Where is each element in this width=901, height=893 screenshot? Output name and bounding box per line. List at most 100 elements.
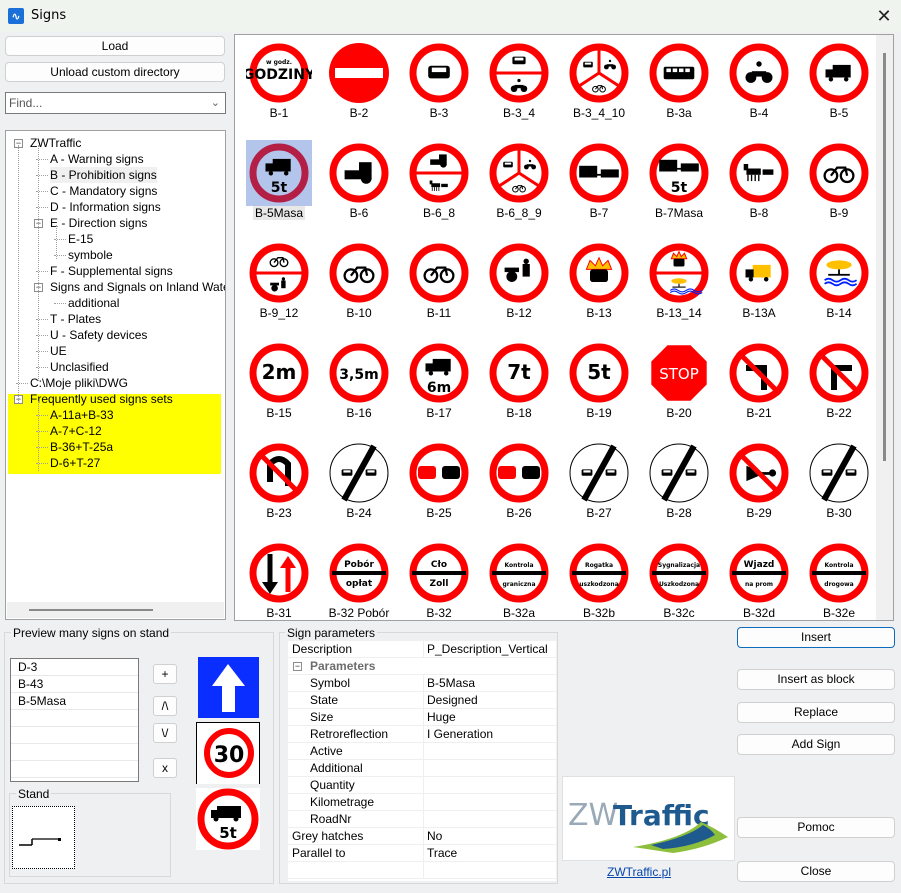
sign-tile[interactable]: 5t B-5Masa — [239, 136, 319, 236]
property-row[interactable]: RoadNr — [288, 811, 556, 828]
sign-tile[interactable]: B-6_8_9 — [479, 136, 559, 236]
sign-tile[interactable]: Kontrola drogowa B-32e — [799, 536, 879, 620]
sign-tile[interactable]: B-3_4_10 — [559, 36, 639, 136]
sign-tile[interactable]: STOP B-20 — [639, 336, 719, 436]
sign-tile[interactable]: B-9 — [799, 136, 879, 236]
sign-tile[interactable]: 7t B-18 — [479, 336, 559, 436]
tree-item[interactable]: D-6+T-27 — [50, 455, 100, 471]
tree-item[interactable]: E-15 — [68, 231, 93, 247]
scrollbar-thumb[interactable] — [29, 609, 153, 611]
property-row[interactable]: Grey hatches No — [288, 828, 556, 845]
sign-tile[interactable]: B-6 — [319, 136, 399, 236]
property-row[interactable]: Kilometrage — [288, 794, 556, 811]
sign-tile[interactable]: B-30 — [799, 436, 879, 536]
sign-tile[interactable]: B-21 — [719, 336, 799, 436]
chevron-down-icon[interactable]: ⌄ — [211, 93, 220, 113]
stand-type-preview[interactable] — [12, 806, 75, 869]
sign-tile[interactable]: B-9_12 — [239, 236, 319, 336]
sign-tile[interactable]: B-13_14 — [639, 236, 719, 336]
property-value[interactable]: P_Description_Vertical — [423, 641, 556, 658]
sign-tile[interactable]: B-3 — [399, 36, 479, 136]
insert-as-block-button[interactable]: Insert as block — [737, 669, 895, 690]
tree-item[interactable]: Signs and Signals on Inland Waterways — [50, 279, 225, 295]
sign-tile[interactable]: B-28 — [639, 436, 719, 536]
sign-tile[interactable]: B-3_4 — [479, 36, 559, 136]
stand-list-item[interactable]: B-43 — [11, 676, 138, 693]
property-value[interactable] — [423, 743, 556, 760]
remove-from-stand-button[interactable]: x — [153, 758, 177, 778]
sign-tile[interactable]: 3,5m B-16 — [319, 336, 399, 436]
property-value[interactable] — [423, 794, 556, 811]
tree-item[interactable]: C - Mandatory signs — [50, 183, 157, 199]
signs-grid[interactable]: GODZINY w godz. B-1 B-2 B-3 B-3_4 B-3_4_10 B-3a… — [234, 34, 894, 621]
property-value[interactable]: Huge — [423, 709, 556, 726]
sign-tile[interactable]: B-7 — [559, 136, 639, 236]
sign-tile[interactable]: 5t B-19 — [559, 336, 639, 436]
help-button[interactable]: Pomoc — [737, 817, 895, 838]
insert-button[interactable]: Insert — [737, 627, 895, 648]
stand-list-item[interactable] — [11, 710, 138, 727]
sign-tile[interactable]: B-25 — [399, 436, 479, 536]
collapse-icon[interactable]: − — [293, 662, 302, 671]
scrollbar-thumb[interactable] — [883, 53, 886, 461]
close-button[interactable]: Close — [737, 861, 895, 882]
property-row[interactable]: Size Huge — [288, 709, 556, 726]
tree-item[interactable]: A-7+C-12 — [50, 423, 102, 439]
property-row[interactable]: Parallel to Trace — [288, 845, 556, 862]
property-row[interactable]: Quantity — [288, 777, 556, 794]
property-row[interactable]: Description P_Description_Vertical — [288, 641, 556, 658]
sign-tile[interactable]: B-11 — [399, 236, 479, 336]
stand-list-item[interactable] — [11, 744, 138, 761]
property-value[interactable] — [423, 777, 556, 794]
tree-item[interactable]: B-36+T-25a — [50, 439, 113, 455]
property-value[interactable]: Trace — [423, 845, 556, 862]
property-row[interactable]: Additional — [288, 760, 556, 777]
sign-tile[interactable]: 2m B-15 — [239, 336, 319, 436]
sign-tile[interactable]: B-8 — [719, 136, 799, 236]
property-value[interactable] — [423, 811, 556, 828]
property-value[interactable]: I Generation — [423, 726, 556, 743]
sign-tile[interactable]: B-29 — [719, 436, 799, 536]
sign-tile[interactable]: 5t B-7Masa — [639, 136, 719, 236]
sign-tile[interactable]: Wjazd na prom B-32d — [719, 536, 799, 620]
tree-item[interactable]: UE — [50, 343, 67, 359]
sign-tile[interactable]: B-5 — [799, 36, 879, 136]
tree-item[interactable]: E - Direction signs — [50, 215, 147, 231]
find-combobox[interactable]: Find... ⌄ — [5, 92, 226, 114]
stand-list-item[interactable] — [11, 761, 138, 778]
sign-tile[interactable]: 6m B-17 — [399, 336, 479, 436]
sign-tile[interactable]: B-12 — [479, 236, 559, 336]
load-button[interactable]: Load — [5, 36, 225, 56]
tree-item[interactable]: Frequently used signs sets — [30, 391, 173, 407]
tree-item[interactable]: T - Plates — [50, 311, 101, 327]
tree-item[interactable]: C:\Moje pliki\DWG — [30, 375, 128, 391]
move-up-button[interactable]: /\ — [153, 696, 177, 716]
add-to-stand-button[interactable]: + — [153, 664, 177, 684]
sign-tile[interactable]: Pobór opłat B-32 Pobór — [319, 536, 399, 620]
zwtraffic-website-link[interactable]: ZWTraffic.pl — [607, 865, 671, 879]
property-row[interactable]: Retroreflection I Generation — [288, 726, 556, 743]
property-value[interactable]: No — [423, 828, 556, 845]
replace-button[interactable]: Replace — [737, 702, 895, 723]
sign-tile[interactable]: Sygnalizacja Uszkodzona B-32c — [639, 536, 719, 620]
sign-tile[interactable]: B-13 — [559, 236, 639, 336]
sign-tile[interactable]: Rogatka uszkodzona B-32b — [559, 536, 639, 620]
sign-tile[interactable]: B-26 — [479, 436, 559, 536]
property-value[interactable]: B-5Masa — [423, 675, 556, 692]
sign-tile[interactable]: B-24 — [319, 436, 399, 536]
tree-item[interactable]: B - Prohibition signs — [50, 167, 157, 183]
stand-list-item[interactable] — [11, 727, 138, 744]
sign-tile[interactable]: GODZINY w godz. B-1 — [239, 36, 319, 136]
sign-tile[interactable]: Kontrola graniczna B-32a — [479, 536, 559, 620]
add-sign-button[interactable]: Add Sign — [737, 734, 895, 755]
sign-tile[interactable]: Cło Zoll B-32 — [399, 536, 479, 620]
sign-tile[interactable]: B-6_8 — [399, 136, 479, 236]
property-category[interactable]: Parameters − — [288, 658, 556, 675]
tree-item[interactable]: F - Supplemental signs — [50, 263, 173, 279]
tree-horizontal-scrollbar[interactable] — [7, 602, 224, 618]
stand-list-item[interactable]: B-5Masa — [11, 693, 138, 710]
tree-item[interactable]: additional — [68, 295, 119, 311]
sign-tile[interactable]: B-27 — [559, 436, 639, 536]
tree-item[interactable]: Unclasified — [50, 359, 109, 375]
property-row[interactable]: Active — [288, 743, 556, 760]
